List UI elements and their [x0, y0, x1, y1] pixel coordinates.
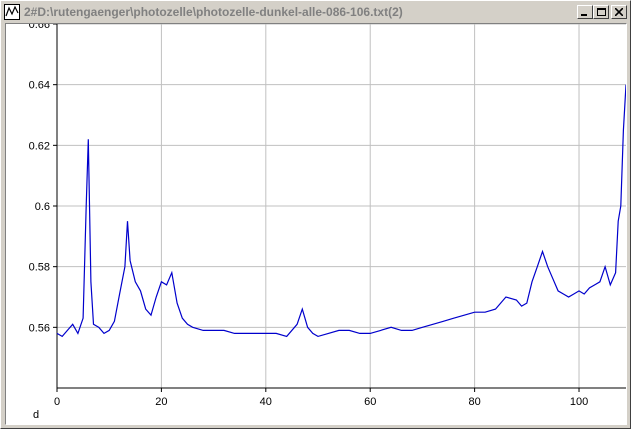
- x-tick-label: 40: [260, 396, 272, 408]
- y-tick-label: 0.64: [29, 80, 50, 92]
- close-icon: [615, 8, 623, 16]
- maximize-button[interactable]: [593, 5, 609, 19]
- x-tick-label: 0: [54, 396, 60, 408]
- minimize-button[interactable]: [577, 5, 593, 19]
- minimize-icon: [581, 14, 587, 16]
- x-tick-label: 60: [364, 396, 376, 408]
- y-tick-label: 0.66: [29, 24, 50, 31]
- y-tick-label: 0.6: [35, 201, 50, 213]
- title-bar[interactable]: 2#D:\rutengaenger\photozelle\photozelle-…: [3, 3, 628, 21]
- y-tick-label: 0.62: [29, 140, 50, 152]
- y-tick-label: 0.56: [29, 322, 50, 334]
- x-tick-label: 100: [570, 396, 588, 408]
- x-tick-label: 80: [468, 396, 480, 408]
- window-title: 2#D:\rutengaenger\photozelle\photozelle-…: [24, 5, 403, 19]
- line-chart: 0 20 40 60 80 100 0.56 0.58 0.6 0.62 0.64 0.66 d: [29, 19, 627, 421]
- y-tick-label: 0.58: [29, 262, 50, 274]
- close-button[interactable]: [611, 5, 627, 19]
- x-axis-label: d: [33, 409, 39, 421]
- chart-app-icon: [4, 4, 20, 20]
- x-tick-label: 20: [155, 396, 167, 408]
- series-line: [56, 84, 627, 338]
- chart-window: 2#D:\rutengaenger\photozelle\photozelle-…: [0, 0, 631, 429]
- maximize-icon: [596, 7, 606, 16]
- chart-area: 0 20 40 60 80 100 0.56 0.58 0.6 0.62 0.64 0.66 d: [5, 19, 627, 425]
